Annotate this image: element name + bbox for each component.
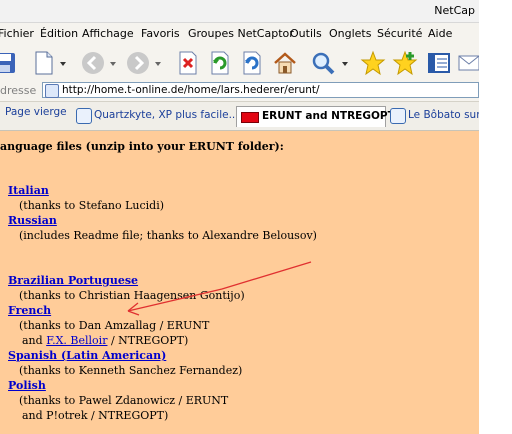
search-icon[interactable] (310, 50, 336, 76)
favorites-icon[interactable] (360, 50, 386, 76)
tab-label: Page vierge (5, 106, 67, 118)
home-icon[interactable] (272, 50, 298, 76)
stop-icon[interactable] (174, 50, 200, 76)
back-icon[interactable] (80, 50, 106, 76)
tab-label: Quartzkyte, XP plus facile... (94, 109, 239, 121)
address-label: dresse (0, 84, 37, 97)
new-document-icon[interactable] (30, 50, 56, 76)
chevron-down-icon[interactable] (340, 50, 350, 76)
menu-bar: Fichier Édition Affichage Favoris Groupe… (0, 23, 479, 45)
refresh-all-icon[interactable] (238, 50, 264, 76)
menu-securite[interactable]: Sécurité (377, 27, 422, 40)
flag-icon (241, 112, 259, 123)
tab-label: ERUNT and NTREGOPT (262, 110, 395, 122)
view-icon[interactable] (426, 50, 452, 76)
tab-label: Le Bôbato sur (408, 109, 481, 121)
chevron-down-icon[interactable] (58, 50, 68, 76)
tab-bar: Page vierge Quartzkyte, XP plus facile..… (0, 102, 481, 131)
tab-erunt[interactable]: ERUNT and NTREGOPT (236, 106, 395, 127)
menu-groupes-netcaptor[interactable]: Groupes NetCaptor (188, 27, 294, 40)
window-edge (479, 0, 512, 434)
chevron-down-icon[interactable] (108, 50, 118, 76)
address-url: http://home.t-online.de/home/lars.hedere… (62, 84, 320, 96)
annotation-arrow (127, 261, 312, 316)
menu-favoris[interactable]: Favoris (141, 27, 180, 40)
menu-affichage[interactable]: Affichage (82, 27, 134, 40)
address-bar: dresse http://home.t-online.de/home/lars… (0, 81, 479, 102)
menu-onglets[interactable]: Onglets (329, 27, 371, 40)
forward-icon[interactable] (125, 50, 151, 76)
page-icon (45, 84, 59, 98)
menu-fichier[interactable]: Fichier (0, 27, 34, 40)
mail-icon[interactable] (457, 50, 480, 76)
toolbar (0, 45, 480, 82)
menu-outils[interactable]: Outils (290, 27, 322, 40)
page-icon (76, 108, 92, 124)
save-icon[interactable] (0, 50, 18, 76)
address-input[interactable]: http://home.t-online.de/home/lars.hedere… (42, 82, 479, 98)
add-favorite-icon[interactable] (392, 50, 418, 76)
title-bar: NetCap (0, 0, 479, 23)
refresh-icon[interactable] (206, 50, 232, 76)
window-title: NetCap (434, 4, 475, 17)
chevron-down-icon[interactable] (153, 50, 163, 76)
page-content: anguage files (unzip into your ERUNT fol… (0, 131, 479, 434)
tab-page-vierge[interactable]: Page vierge (5, 106, 67, 126)
menu-aide[interactable]: Aide (428, 27, 452, 40)
page-icon (390, 108, 406, 124)
menu-edition[interactable]: Édition (40, 27, 78, 40)
